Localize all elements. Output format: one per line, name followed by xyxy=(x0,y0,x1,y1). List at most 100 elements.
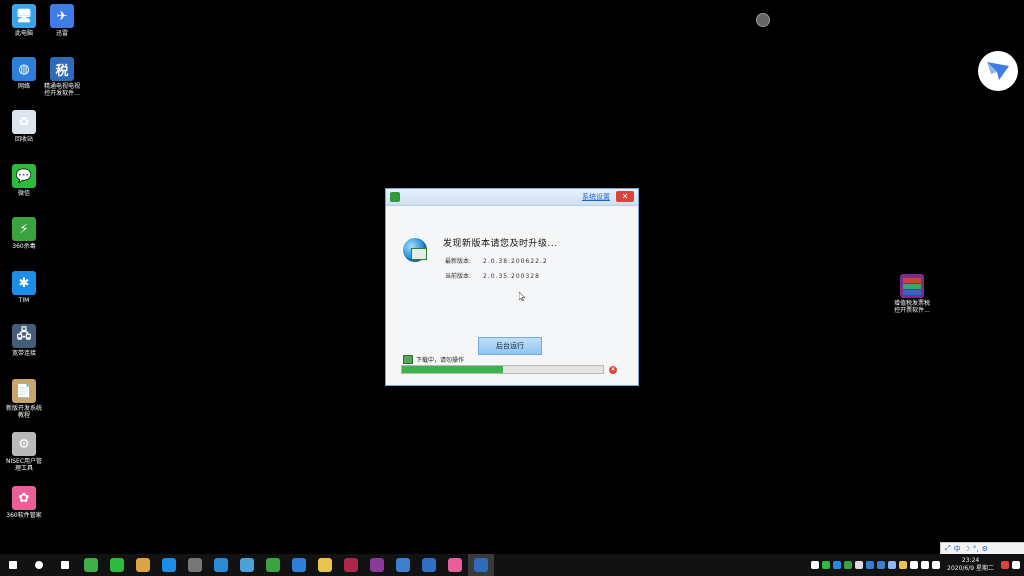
desktop-app-icon: 📄 xyxy=(12,379,36,403)
taskbar-button[interactable] xyxy=(130,554,156,576)
taskbar-button[interactable] xyxy=(208,554,234,576)
tray-360-icon[interactable] xyxy=(844,561,853,569)
tray-volume-icon[interactable] xyxy=(932,561,941,569)
desktop-app-icon: ✱ xyxy=(12,271,36,295)
desktop-icon[interactable]: 💬 微信 xyxy=(0,164,48,197)
ime-settings-icon[interactable]: ⚙ xyxy=(982,545,988,553)
ime-language[interactable]: 中 xyxy=(954,544,961,554)
app-people-icon xyxy=(292,558,306,572)
desktop-icon[interactable]: ✱ TIM xyxy=(0,271,48,304)
taskbar-button[interactable] xyxy=(416,554,442,576)
gamepad-icon[interactable] xyxy=(756,13,770,27)
desktop-icon-label: NISEC用户管 理工具 xyxy=(5,458,43,472)
app-360-icon xyxy=(266,558,280,572)
taskbar-button[interactable] xyxy=(234,554,260,576)
desktop-icon-label: 360软件管家 xyxy=(6,512,42,519)
tray-thunder-icon[interactable] xyxy=(888,561,897,569)
taskbar-button[interactable] xyxy=(182,554,208,576)
taskbar-clock[interactable]: 23:24 2020/6/9 星期二 xyxy=(947,557,994,573)
ime-punct-icon[interactable]: °, xyxy=(973,545,979,553)
ime-moon-icon[interactable]: ☽ xyxy=(964,545,970,553)
desktop-icon-label: 网络 xyxy=(17,83,30,90)
cancel-download-icon[interactable]: ✕ xyxy=(609,366,617,374)
desktop-icon-label: 新版开发系统 教程 xyxy=(5,405,42,419)
bird-icon xyxy=(987,62,1009,80)
taskbar-button[interactable] xyxy=(312,554,338,576)
start-icon xyxy=(9,561,17,569)
taskbar-button[interactable] xyxy=(442,554,468,576)
desktop-icon[interactable]: ✿ 360软件管家 xyxy=(0,486,48,519)
desktop-icon-label: 迅雷 xyxy=(55,30,68,37)
360-manager-icon xyxy=(448,558,462,572)
desktop-icon-label: 精通电视电视 控开发软件... xyxy=(43,83,80,97)
mouse-cursor-icon xyxy=(519,292,525,301)
dialog-titlebar[interactable]: 系统设置 ✕ xyxy=(386,189,638,206)
taskbar-button[interactable] xyxy=(26,554,52,576)
latest-version-value: 2.0.38.200622.2 xyxy=(483,258,548,265)
close-button[interactable]: ✕ xyxy=(616,191,634,202)
tray-shield-icon[interactable] xyxy=(866,561,875,569)
desktop-icon-label: 微信 xyxy=(17,190,30,197)
latest-version-label: 最新版本: xyxy=(445,258,472,265)
tray-alert-icon[interactable] xyxy=(1001,561,1009,569)
desktop-icon[interactable]: 税精通电视电视 控开发软件... xyxy=(38,57,86,97)
current-version-label: 当前版本: xyxy=(445,273,472,280)
clock-date: 2020/6/9 星期二 xyxy=(947,565,994,572)
tray-tim-icon[interactable] xyxy=(833,561,842,569)
search-icon xyxy=(35,561,43,569)
app-k-icon xyxy=(214,558,228,572)
taskbar-button[interactable] xyxy=(468,554,494,576)
update-globe-icon xyxy=(403,238,427,262)
current-version-value: 2.0.35.200328 xyxy=(483,273,540,280)
taskbar-button[interactable] xyxy=(52,554,78,576)
taskbar-button[interactable] xyxy=(0,554,26,576)
taskbar-button[interactable] xyxy=(78,554,104,576)
desktop-icon-label: 宽带连接 xyxy=(11,350,36,357)
desktop-app-icon: 税 xyxy=(50,57,74,81)
desktop-icon-tax-software[interactable]: 增值税发票税 控开票软件... xyxy=(888,274,936,314)
taskbar-button[interactable] xyxy=(286,554,312,576)
taskbar-button[interactable] xyxy=(364,554,390,576)
desktop-app-icon: 🖧 xyxy=(12,324,36,348)
thunder-float-icon[interactable] xyxy=(978,51,1018,91)
desktop-icon[interactable]: 🖧 宽带连接 xyxy=(0,324,48,357)
ime-mode-icon[interactable]: ⤢ xyxy=(945,544,951,553)
task-view-icon xyxy=(61,561,69,569)
taskbar-button[interactable] xyxy=(156,554,182,576)
taskbar-button[interactable] xyxy=(390,554,416,576)
tray-check-icon[interactable] xyxy=(811,561,820,569)
desktop-icon[interactable]: ✈ 迅雷 xyxy=(38,4,86,37)
app-green-icon xyxy=(84,558,98,572)
tax-app-icon xyxy=(474,558,488,572)
taskbar-button[interactable] xyxy=(104,554,130,576)
winrar-icon xyxy=(370,558,384,572)
desktop-icon-label: 此电脑 xyxy=(14,30,33,37)
desktop-app-icon: ◍ xyxy=(12,57,36,81)
taskbar-button[interactable] xyxy=(338,554,364,576)
desktop-icon[interactable]: 📄 新版开发系统 教程 xyxy=(0,379,48,419)
download-status: 下载中，请勿操作 xyxy=(416,357,465,364)
tray-app-icon[interactable] xyxy=(877,561,886,569)
app-icon xyxy=(390,192,400,202)
desktop-icon[interactable]: ♻ 回收站 xyxy=(0,110,48,143)
taskbar-button[interactable] xyxy=(260,554,286,576)
wechat-icon xyxy=(110,558,124,572)
desktop-app-icon: 🖥 xyxy=(12,4,36,28)
desktop-app-icon: ♻ xyxy=(12,110,36,134)
tray-wechat-icon[interactable] xyxy=(822,561,831,569)
tray-network-icon[interactable] xyxy=(921,561,930,569)
desktop-app-icon: ✿ xyxy=(12,486,36,510)
desktop-icon-label: 增值税发票税 控开票软件... xyxy=(893,300,930,314)
app-gray-icon xyxy=(188,558,202,572)
update-dialog: 系统设置 ✕ 发现新版本请您及时升级... 最新版本: 2.0.38.200622… xyxy=(385,188,639,386)
notification-icon[interactable] xyxy=(1012,561,1020,569)
system-settings-link[interactable]: 系统设置 xyxy=(582,192,610,202)
run-in-background-button[interactable]: 后台运行 xyxy=(478,337,542,355)
desktop-icon[interactable]: ⚙ NISEC用户管 理工具 xyxy=(0,432,48,472)
tray-usb-icon[interactable] xyxy=(855,561,864,569)
update-headline: 发现新版本请您及时升级... xyxy=(443,239,558,249)
tray-display-icon[interactable] xyxy=(910,561,919,569)
tray-folder-icon[interactable] xyxy=(899,561,908,569)
desktop-icon[interactable]: ⚡ 360杀毒 xyxy=(0,217,48,250)
download-icon xyxy=(403,355,413,364)
